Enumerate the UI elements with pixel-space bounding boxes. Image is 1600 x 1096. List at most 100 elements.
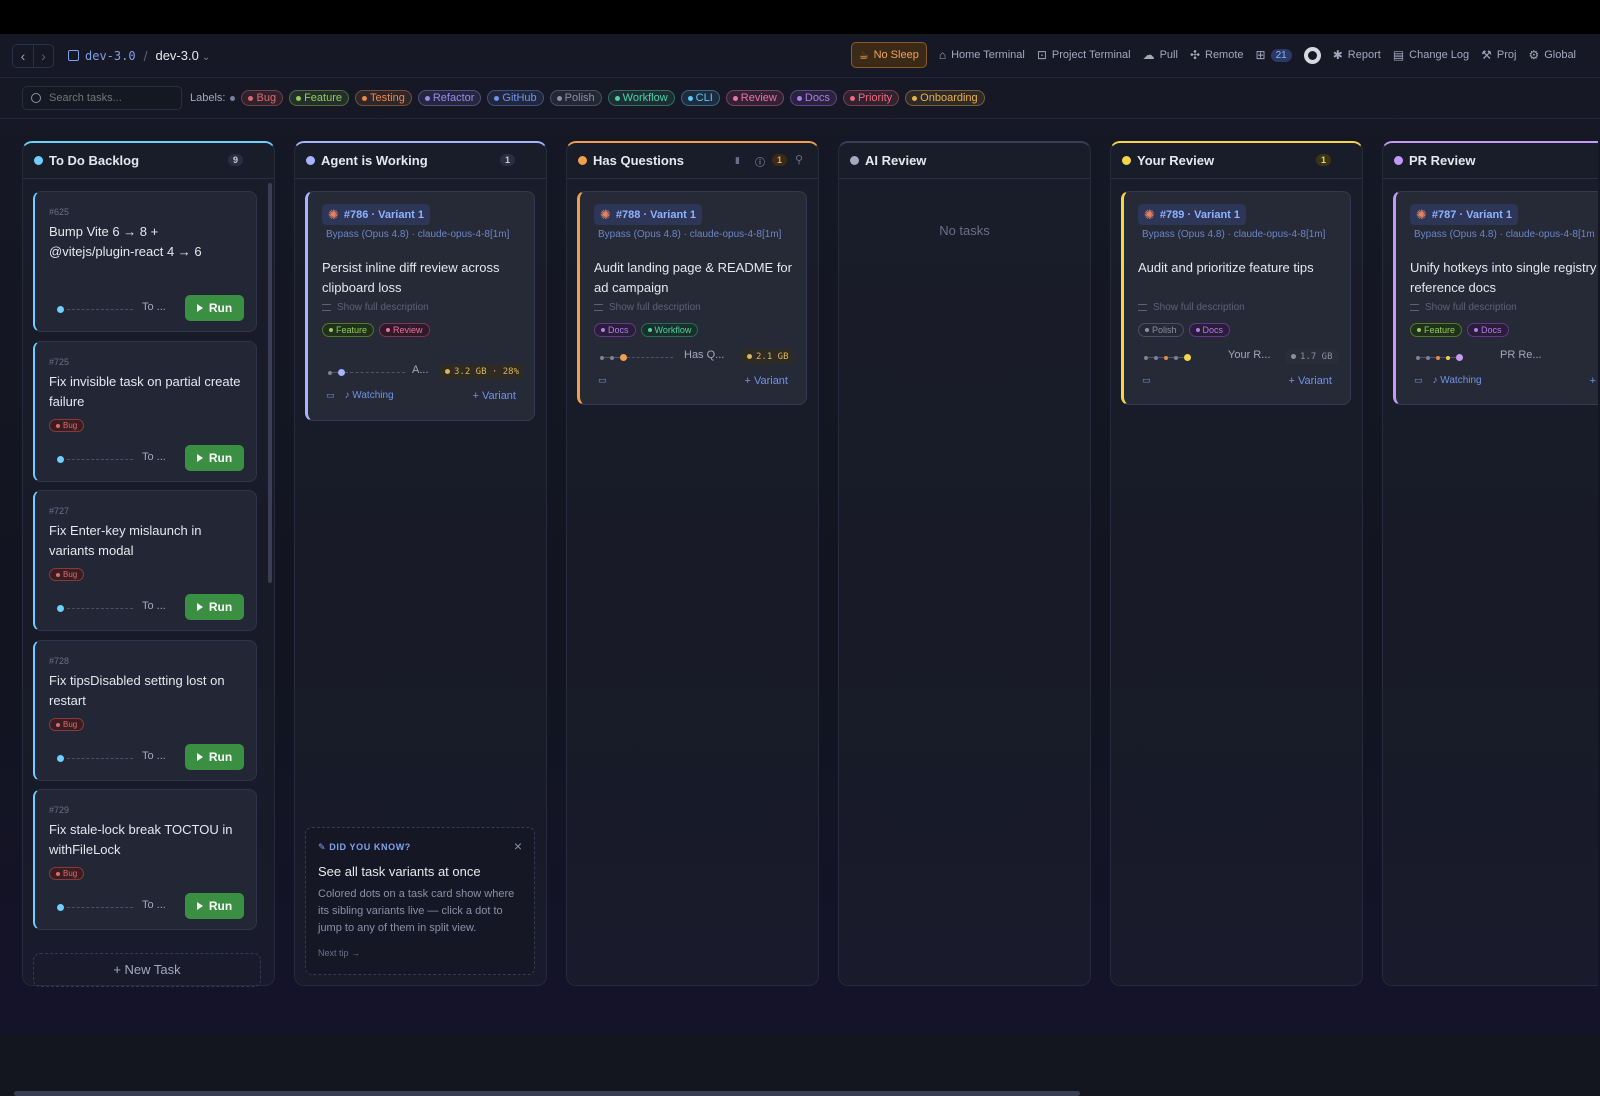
label-filter-cli[interactable]: CLI: [680, 90, 720, 106]
claude-icon: ✺: [600, 206, 611, 222]
add-variant-button[interactable]: +: [1590, 375, 1596, 387]
model-info: Bypass (Opus 4.8) · claude-opus-4-8[1m]: [326, 229, 510, 240]
search-input[interactable]: [49, 92, 169, 104]
new-task-button[interactable]: + New Task: [33, 953, 261, 987]
run-button[interactable]: Run: [185, 445, 244, 471]
column-count-badge: 1: [772, 154, 788, 166]
status-text: Has Q...: [684, 349, 725, 361]
progress-dot-current: [620, 354, 627, 361]
report-button[interactable]: ✱ Report: [1333, 48, 1381, 62]
label-filter-polish[interactable]: Polish: [549, 90, 602, 106]
label-filter-github[interactable]: GitHub: [487, 90, 544, 106]
close-icon[interactable]: ×: [514, 838, 522, 854]
label-filter-testing[interactable]: Testing: [354, 90, 412, 106]
change-log-button[interactable]: ▤ Change Log: [1393, 48, 1469, 62]
label-filter-review[interactable]: Review: [725, 90, 784, 106]
variant-progress-dots[interactable]: [1416, 354, 1463, 361]
chip-label: Bug: [63, 869, 78, 878]
task-card[interactable]: #728 Fix tipsDisabled setting lost on res…: [33, 640, 257, 781]
task-card-786[interactable]: ✺ #786 · Variant 1 Bypass (Opus 4.8) · cl…: [305, 191, 535, 421]
task-title: Bump Vite 6 → 8 + @vitejs/plugin-react 4…: [49, 224, 202, 259]
global-settings-button[interactable]: ⚙ Global: [1528, 48, 1576, 62]
variant-header: ✺ #786 · Variant 1: [322, 204, 431, 225]
task-card-787[interactable]: ✺ #787 · Variant 1 Bypass (Opus 4.8) · cl…: [1393, 191, 1598, 405]
task-title: Fix tipsDisabled setting lost on restart: [49, 673, 225, 708]
label-filter-onboarding[interactable]: Onboarding: [905, 90, 985, 106]
label-filter-bug[interactable]: Bug: [241, 90, 284, 106]
progress-line: [67, 608, 133, 609]
info-icon[interactable]: ⓘ: [755, 154, 765, 169]
variant-progress-dots[interactable]: [57, 605, 133, 612]
add-variant-button[interactable]: + Variant: [472, 390, 516, 402]
add-variant-button[interactable]: + Variant: [1288, 375, 1332, 387]
comment-icon[interactable]: ▭: [326, 390, 335, 401]
variant-progress-dots[interactable]: [328, 369, 405, 376]
remote-button[interactable]: ✣ Remote: [1190, 48, 1244, 62]
pin-icon[interactable]: ⚲: [795, 153, 803, 166]
search-box[interactable]: [22, 86, 182, 110]
chip-label: GitHub: [502, 92, 537, 104]
task-card[interactable]: #727 Fix Enter-key mislaunch in variants …: [33, 490, 257, 631]
comment-icon[interactable]: ▭: [1414, 375, 1423, 386]
variant-progress-dots[interactable]: [57, 456, 133, 463]
label-filter-workflow[interactable]: Workflow: [607, 90, 675, 106]
progress-dot-current: [57, 904, 64, 911]
run-button[interactable]: Run: [185, 744, 244, 770]
home-terminal-button[interactable]: ⌂ Home Terminal: [939, 48, 1025, 62]
task-card[interactable]: #725 Fix invisible task on partial create…: [33, 341, 257, 482]
claude-icon: ✺: [1144, 206, 1155, 222]
column-header: Agent is Working 1: [295, 143, 546, 179]
layout-button[interactable]: ⊞ 21: [1256, 48, 1292, 62]
proj-settings-button[interactable]: ⚒ Proj: [1481, 48, 1516, 62]
comment-icon[interactable]: ▭: [598, 375, 607, 386]
no-sleep-button[interactable]: ☕ No Sleep: [850, 42, 927, 68]
task-card[interactable]: #729 Fix stale-lock break TOCTOU in withF…: [33, 789, 257, 930]
task-title: Unify hotkeys into single registry + ref…: [1410, 260, 1598, 295]
column-status-dot: [306, 156, 315, 165]
watching-toggle[interactable]: ♪ Watching: [1433, 375, 1482, 386]
column-title: To Do Backlog: [49, 153, 140, 168]
play-icon: [196, 902, 203, 910]
cloud-icon: ☁: [1142, 48, 1155, 62]
comment-icon[interactable]: ▭: [1142, 375, 1151, 386]
show-description-toggle[interactable]: Show full description: [322, 302, 429, 313]
task-card-788[interactable]: ✺ #788 · Variant 1 Bypass (Opus 4.8) · cl…: [577, 191, 807, 405]
pull-button[interactable]: ☁ Pull: [1143, 48, 1178, 62]
variant-progress-dots[interactable]: [1144, 354, 1191, 361]
label-filter-feature[interactable]: Feature: [289, 90, 349, 106]
task-title: Persist inline diff review across clipbo…: [322, 260, 500, 295]
layout-icon: ⊞: [1255, 48, 1266, 62]
show-description-toggle[interactable]: Show full description: [594, 302, 701, 313]
label-filter-priority[interactable]: Priority: [842, 90, 900, 106]
play-icon: [196, 454, 203, 462]
run-button[interactable]: Run: [185, 893, 244, 919]
add-variant-button[interactable]: + Variant: [744, 375, 788, 387]
task-labels: Feature Review: [322, 323, 430, 337]
watching-label: Watching: [352, 390, 394, 401]
forward-button[interactable]: ›: [33, 44, 53, 67]
label-filter-docs[interactable]: Docs: [789, 90, 837, 106]
task-card[interactable]: #625 Bump Vite 6 → 8 + @vitejs/plugin-rea…: [33, 191, 257, 332]
sort-icon[interactable]: ▮: [735, 155, 740, 166]
chip-label: Polish: [1152, 325, 1177, 335]
breadcrumb-repo[interactable]: dev-3.0: [68, 49, 136, 63]
task-card-789[interactable]: ✺ #789 · Variant 1 Bypass (Opus 4.8) · cl…: [1121, 191, 1351, 405]
variant-progress-dots[interactable]: [600, 354, 673, 361]
project-terminal-button[interactable]: ⊡ Project Terminal: [1037, 48, 1131, 62]
show-description-toggle[interactable]: Show full description: [1410, 302, 1517, 313]
run-button[interactable]: Run: [185, 594, 244, 620]
label-chip-polish: Polish: [1138, 323, 1184, 337]
column-scrollbar[interactable]: [268, 183, 272, 583]
label-filter-refactor[interactable]: Refactor: [417, 90, 482, 106]
run-button[interactable]: Run: [185, 295, 244, 321]
back-button[interactable]: ‹: [13, 45, 33, 67]
show-description-toggle[interactable]: Show full description: [1138, 302, 1245, 313]
next-tip-link[interactable]: Next tip →: [318, 948, 360, 958]
variant-progress-dots[interactable]: [57, 306, 133, 313]
variant-progress-dots[interactable]: [57, 755, 133, 762]
github-icon[interactable]: [1303, 46, 1321, 64]
watching-toggle[interactable]: ♪ Watching: [345, 390, 394, 401]
horizontal-scrollbar[interactable]: [14, 1091, 1080, 1096]
variant-progress-dots[interactable]: [57, 904, 133, 911]
branch-selector[interactable]: dev-3.0 ⌄: [155, 48, 210, 63]
